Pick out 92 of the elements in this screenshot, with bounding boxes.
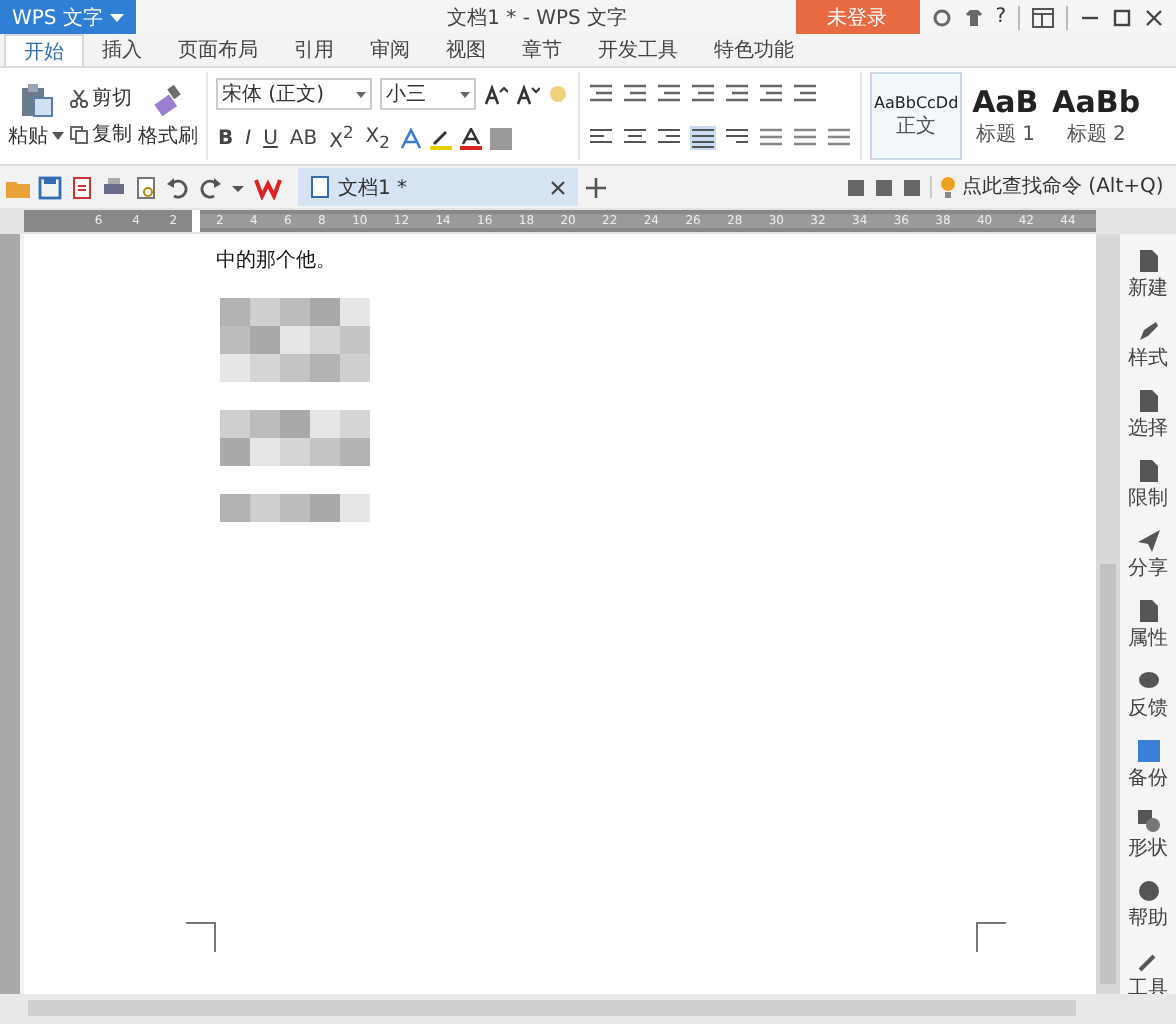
document-icon	[1137, 390, 1159, 412]
format-button[interactable]: X$^{2}$	[327, 122, 356, 154]
shirt-icon[interactable]	[963, 7, 984, 27]
paragraph-tool-icon[interactable]	[826, 126, 852, 149]
paper-plane-icon	[1137, 530, 1159, 552]
format-button[interactable]: B	[216, 127, 236, 150]
sidebar-item[interactable]: 帮助	[1128, 880, 1168, 932]
square-icon	[1137, 740, 1159, 762]
sidebar-item[interactable]: 限制	[1128, 460, 1168, 512]
ribbon-tab[interactable]: 开始	[4, 34, 84, 66]
redo-icon[interactable]	[198, 175, 222, 199]
sidebar-item[interactable]: 属性	[1128, 600, 1168, 652]
document-icon	[1137, 460, 1159, 482]
paste-button[interactable]: 粘贴	[8, 82, 64, 150]
shrink-font-icon[interactable]	[516, 83, 540, 106]
caret-icon	[52, 132, 64, 140]
paragraph-tool-icon[interactable]	[758, 82, 784, 105]
ribbon-tab[interactable]: 开发工具	[580, 34, 696, 66]
font-color-icon[interactable]	[459, 127, 482, 150]
paragraph-tool-icon[interactable]	[724, 82, 750, 105]
font-name-field[interactable]: 宋体 (正文)	[216, 78, 372, 111]
paragraph-text: 中的那个他。	[216, 247, 338, 274]
grow-font-icon[interactable]	[484, 83, 508, 106]
paragraph-tool-icon[interactable]	[622, 82, 648, 105]
sidebar-item[interactable]: 新建	[1128, 250, 1168, 302]
wps-logo-icon[interactable]	[254, 175, 282, 199]
style-option[interactable]: AaBb 标题 2	[1048, 72, 1145, 160]
sidebar-item[interactable]: 分享	[1128, 530, 1168, 582]
format-painter-button[interactable]: 格式刷	[138, 82, 198, 150]
paragraph-tool-icon[interactable]	[792, 82, 818, 105]
ribbon-tab[interactable]: 审阅	[352, 34, 428, 66]
cut-button[interactable]: 剪切	[70, 84, 132, 112]
print-icon[interactable]	[102, 175, 126, 199]
document-icon	[1137, 250, 1159, 272]
close-icon[interactable]	[550, 179, 566, 195]
sidebar-item[interactable]: 备份	[1128, 740, 1168, 792]
undo-icon[interactable]	[166, 175, 190, 199]
format-button[interactable]: AB	[287, 127, 320, 150]
ribbon-tab[interactable]: 视图	[428, 34, 504, 66]
char-shading-icon[interactable]	[489, 127, 512, 150]
brush-icon	[150, 82, 186, 118]
format-button[interactable]: X$_{2}$	[363, 125, 392, 152]
close-icon[interactable]	[1144, 7, 1164, 27]
ribbon-tab[interactable]: 引用	[276, 34, 352, 66]
ribbon-tab[interactable]: 插入	[84, 34, 160, 66]
scissors-icon	[70, 89, 88, 107]
document-icon	[1137, 600, 1159, 622]
caret-icon	[356, 91, 366, 98]
command-search-field[interactable]: 点此查找命令 (Alt+Q)	[930, 176, 1170, 198]
pen-icon	[1137, 320, 1159, 342]
document-icon	[310, 176, 330, 198]
caret-icon	[460, 91, 470, 98]
lightbulb-icon	[940, 176, 956, 198]
shapes-icon	[1137, 810, 1159, 832]
paragraph-tool-icon[interactable]	[758, 126, 784, 149]
ribbon-tab[interactable]: 章节	[504, 34, 580, 66]
vertical-scrollbar[interactable]	[1096, 234, 1120, 994]
save-icon[interactable]	[38, 175, 62, 199]
new-tab-icon[interactable]	[586, 177, 606, 197]
sidebar-item[interactable]: 反馈	[1128, 670, 1168, 722]
help-button[interactable]: ?	[995, 6, 1006, 28]
paragraph-tool-icon[interactable]	[690, 82, 716, 105]
maximize-icon[interactable]	[1112, 7, 1132, 27]
paragraph-tool-icon[interactable]	[656, 82, 682, 105]
pdf-icon[interactable]	[70, 175, 94, 199]
align-button[interactable]	[690, 125, 716, 150]
style-option[interactable]: AaB 标题 1	[962, 72, 1049, 160]
document-tab[interactable]: 文档1 *	[298, 168, 578, 206]
preview-icon[interactable]	[134, 175, 158, 199]
sidebar-item[interactable]: 样式	[1128, 320, 1168, 372]
format-button[interactable]: U	[261, 127, 280, 150]
ribbon-tab[interactable]: 特色功能	[696, 34, 812, 66]
paragraph-tool-icon[interactable]	[588, 82, 614, 105]
caret-icon	[109, 13, 124, 23]
format-button[interactable]: I	[243, 127, 254, 150]
clipboard-icon	[18, 82, 54, 118]
paragraph-tool-icon[interactable]	[792, 126, 818, 149]
highlight-icon[interactable]	[429, 127, 452, 150]
horizontal-scrollbar[interactable]	[0, 994, 1176, 1024]
copy-icon	[70, 125, 88, 143]
speech-bubble-icon	[1137, 670, 1159, 692]
layout-icon[interactable]	[1032, 7, 1054, 27]
app-menu-button[interactable]: WPS 文字	[0, 0, 136, 34]
sidebar-item[interactable]: 选择	[1128, 390, 1168, 442]
sidebar-item[interactable]: 形状	[1128, 810, 1168, 862]
style-option[interactable]: AaBbCcDd 正文	[870, 72, 963, 160]
window-title: 文档1 * - WPS 文字	[447, 5, 630, 31]
tool-icon	[1137, 950, 1159, 972]
font-size-field[interactable]: 小三	[380, 78, 476, 111]
ribbon-tab[interactable]: 页面布局	[160, 34, 276, 66]
copy-button[interactable]: 复制	[70, 120, 132, 148]
text-effect-icon[interactable]	[399, 127, 422, 150]
